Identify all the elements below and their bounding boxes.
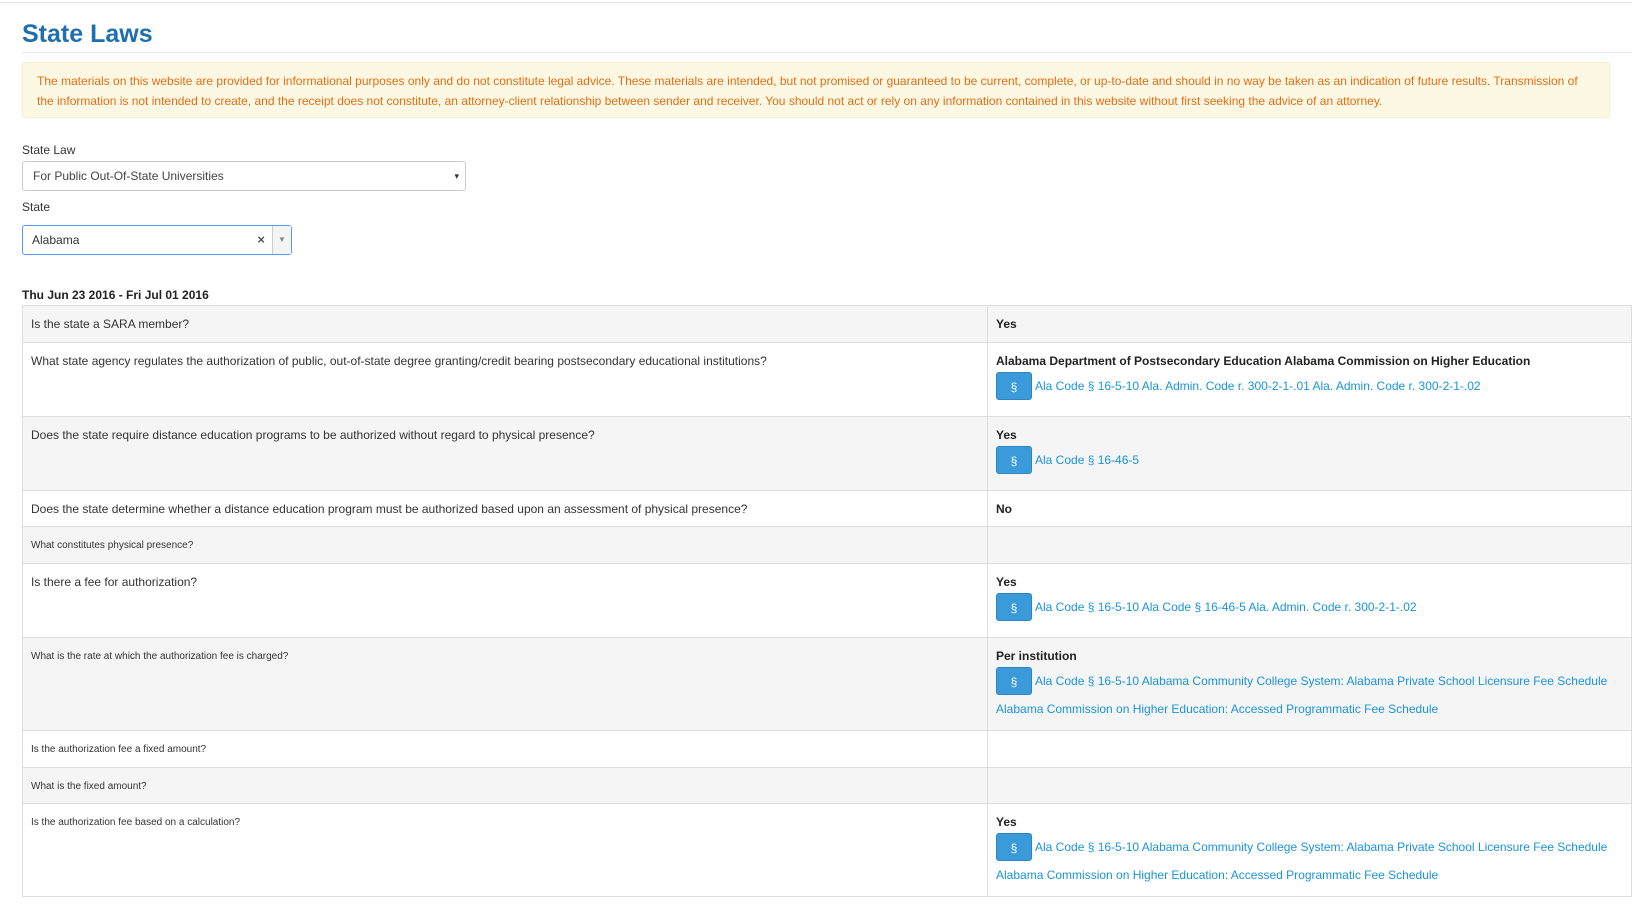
law-references: § Ala Code § 16-5-10 Alabama Community Co… [996,833,1623,888]
answer-value: Per institution [996,649,1077,663]
law-reference-link[interactable]: Ala Code § 16-5-10 Ala. Admin. Code r. 3… [1035,379,1481,393]
top-border [0,2,1632,3]
question-cell: Is the authorization fee based on a calc… [22,803,988,897]
dropdown-arrow-icon[interactable]: ▼ [272,226,291,254]
law-references: § Ala Code § 16-5-10 Alabama Community Co… [996,667,1623,722]
question-cell: What constitutes physical presence? [22,526,988,564]
law-reference-link[interactable]: Alabama Commission on Higher Education: … [996,702,1438,716]
answer-cell: Yes § Ala Code § 16-5-10 Ala Code § 16-46-… [987,563,1632,638]
table-row: What state agency regulates the authoriz… [22,342,1632,417]
answer-value: Yes [996,575,1017,589]
table-row: Is the authorization fee based on a calc… [22,803,1632,897]
answer-cell [987,767,1632,804]
table-row: Is the authorization fee a fixed amount? [22,730,1632,768]
answer-value: Yes [996,815,1017,829]
section-sign-button[interactable]: § [996,372,1032,400]
question-cell: What is the fixed amount? [22,767,988,804]
law-references: § Ala Code § 16-5-10 Ala Code § 16-46-5 A… [996,593,1623,621]
state-laws-table: Is the state a SARA member? Yes What state… [22,305,1632,897]
table-row: What constitutes physical presence? [22,526,1632,564]
question-cell: Does the state require distance educatio… [22,416,988,491]
section-sign-button[interactable]: § [996,446,1032,474]
chevron-down-icon: ▾ [454,171,459,181]
answer-cell [987,526,1632,564]
question-cell: What state agency regulates the authoriz… [22,342,988,417]
table-row: Does the state require distance educatio… [22,416,1632,491]
disclaimer-alert: The materials on this website are provid… [22,62,1610,118]
answer-value: Yes [996,428,1017,442]
section-sign-button[interactable]: § [996,667,1032,695]
law-reference-link[interactable]: Ala Code § 16-5-10 Alabama Community Col… [1035,840,1607,854]
question-cell: Does the state determine whether a dista… [22,490,988,527]
section-sign-button[interactable]: § [996,593,1032,621]
answer-cell: Per institution § Ala Code § 16-5-10 Alaba… [987,637,1632,731]
answer-cell: Yes § Ala Code § 16-46-5 [987,416,1632,491]
state-law-selected-value: For Public Out-Of-State Universities [33,169,224,183]
law-reference-link[interactable]: Ala Code § 16-5-10 Alabama Community Col… [1035,674,1607,688]
answer-value: No [996,502,1012,516]
section-sign-button[interactable]: § [996,833,1032,861]
table-row: Is there a fee for authorization? Yes § Ala… [22,563,1632,638]
clear-icon[interactable]: × [257,226,265,254]
answer-cell: Yes § Ala Code § 16-5-10 Alabama Community… [987,803,1632,897]
state-select[interactable]: Alabama × ▼ [22,225,292,255]
state-selected-value: Alabama [32,233,80,247]
answer-cell: No [987,490,1632,527]
question-cell: What is the rate at which the authorizat… [22,637,988,731]
question-cell: Is there a fee for authorization? [22,563,988,638]
law-reference-link[interactable]: Ala Code § 16-46-5 [1035,453,1139,467]
answer-cell: Yes [987,305,1632,343]
question-cell: Is the state a SARA member? [22,305,988,343]
title-divider [22,52,1632,53]
question-cell: Is the authorization fee a fixed amount? [22,730,988,768]
state-label: State [22,200,51,214]
answer-cell: Alabama Department of Postsecondary Educ… [987,342,1632,417]
answer-value: Yes [996,317,1017,331]
law-reference-link[interactable]: Alabama Commission on Higher Education: … [996,868,1438,882]
answer-value: Alabama Department of Postsecondary Educ… [996,354,1531,368]
page-title: State Laws [22,20,153,48]
table-row: What is the rate at which the authorizat… [22,637,1632,731]
law-references: § Ala Code § 16-5-10 Ala. Admin. Code r. … [996,372,1623,400]
law-reference-link[interactable]: Ala Code § 16-5-10 Ala Code § 16-46-5 Al… [1035,600,1417,614]
table-row: Does the state determine whether a dista… [22,490,1632,527]
law-references: § Ala Code § 16-46-5 [996,446,1623,474]
state-law-label: State Law [22,143,76,157]
state-law-select[interactable]: For Public Out-Of-State Universities ▾ [22,161,466,191]
table-row: Is the state a SARA member? Yes [22,305,1632,343]
answer-cell [987,730,1632,768]
table-row: What is the fixed amount? [22,767,1632,804]
date-range-heading: Thu Jun 23 2016 - Fri Jul 01 2016 [22,288,209,302]
